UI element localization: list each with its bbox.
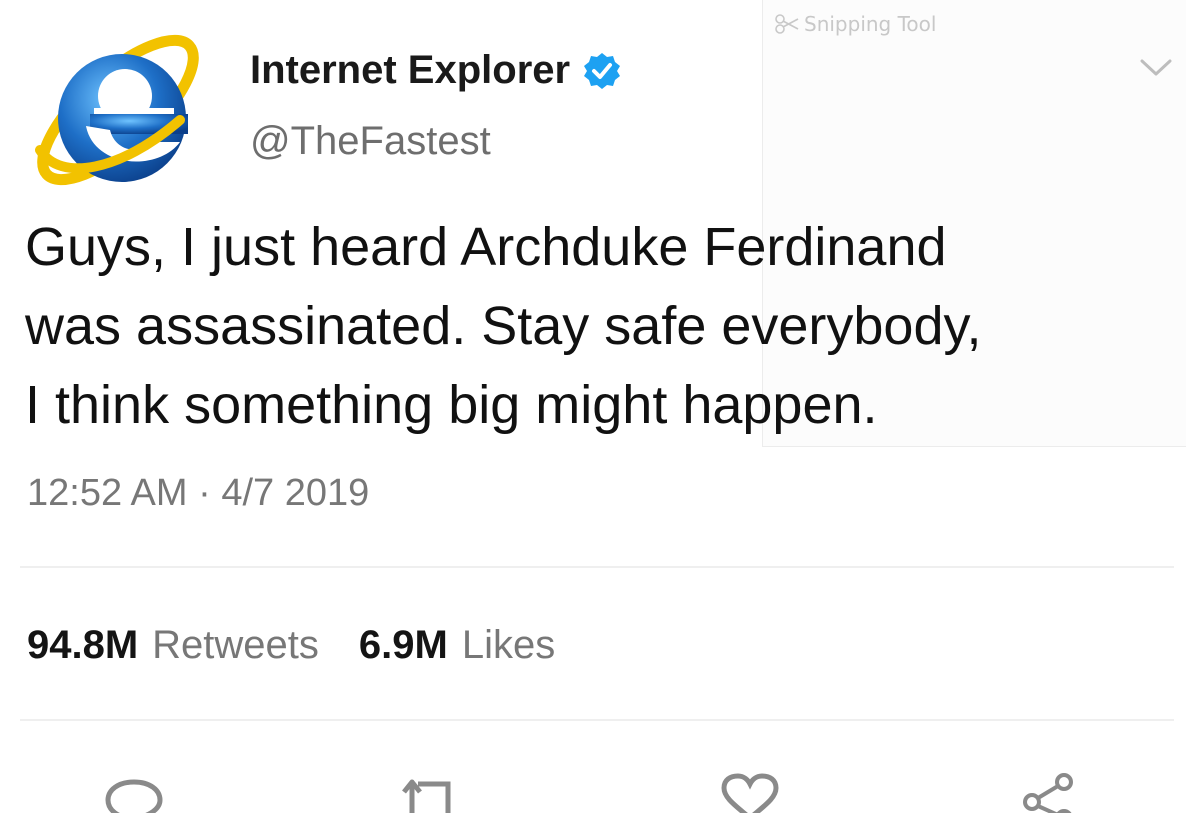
tweet-text: Guys, I just heard Archduke Ferdinand wa… [25,208,1185,445]
tweet-text-line: was assassinated. Stay safe everybody, [25,296,982,356]
divider [20,566,1174,568]
tweet-text-line: I think something big might happen. [25,375,878,435]
reply-icon[interactable] [102,770,166,813]
share-icon[interactable] [1018,770,1082,813]
ie-logo-avatar[interactable] [30,22,210,192]
display-name-text[interactable]: Internet Explorer [250,48,570,93]
divider [20,719,1174,721]
snipping-tool-label: Snipping Tool [774,12,936,36]
tweet-screenshot: Snipping Tool Internet Explorer @TheFast… [0,0,1186,813]
retweets-label[interactable]: Retweets [152,623,319,668]
likes-count[interactable]: 6.9M [359,623,448,668]
display-name[interactable]: Internet Explorer [250,48,622,93]
tweet-stats: 94.8M Retweets 6.9M Likes [27,623,581,668]
tweet-timestamp[interactable]: 12:52 AM · 4/7 2019 [27,472,369,515]
like-icon[interactable] [718,770,782,813]
tweet-text-line: Guys, I just heard Archduke Ferdinand [25,217,947,277]
snipping-tool-text: Snipping Tool [804,12,937,36]
user-handle[interactable]: @TheFastest [250,119,491,164]
scissors-icon [775,14,799,34]
likes-label[interactable]: Likes [462,623,555,668]
retweet-icon[interactable] [400,770,464,813]
retweets-count[interactable]: 94.8M [27,623,138,668]
verified-badge-icon [584,52,621,89]
chevron-down-icon[interactable] [1136,52,1176,82]
